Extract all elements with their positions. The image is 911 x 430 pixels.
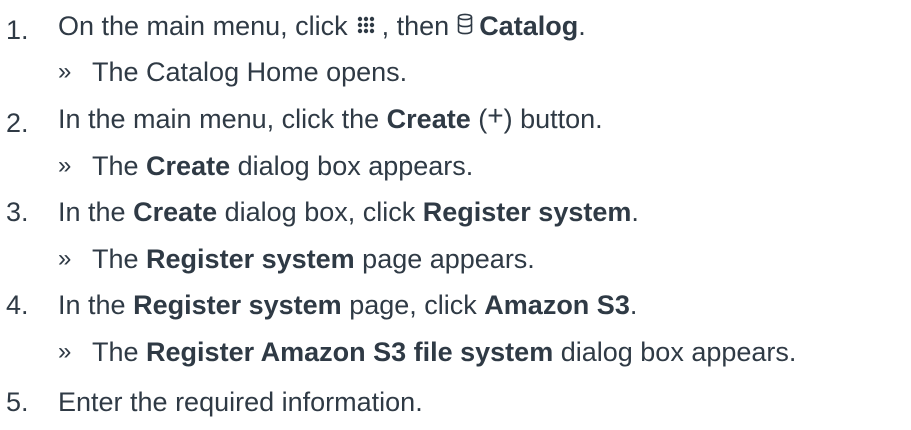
register-system-label: Register system bbox=[422, 197, 632, 227]
database-icon bbox=[457, 6, 473, 46]
result-text: The bbox=[92, 337, 139, 367]
step-3: 3. In the Create dialog box, click Regis… bbox=[0, 192, 639, 232]
result-marker: » bbox=[58, 338, 72, 365]
step-text: . bbox=[631, 197, 639, 227]
step-3-result: » The Register system page appears. bbox=[58, 239, 535, 279]
step-5: 5. Enter the required information. bbox=[0, 382, 423, 422]
step-number: 3. bbox=[6, 197, 29, 227]
step-number: 4. bbox=[6, 290, 29, 320]
step-1-result: » The Catalog Home opens. bbox=[58, 52, 407, 92]
result-text: The bbox=[92, 151, 139, 181]
create-label: Create bbox=[146, 151, 231, 181]
register-system-label: Register system bbox=[146, 244, 355, 274]
create-label: Create bbox=[386, 104, 471, 134]
step-text: , then bbox=[381, 11, 450, 41]
result-text: dialog box appears. bbox=[237, 151, 474, 181]
step-text: dialog box, click bbox=[224, 197, 416, 227]
result-text: The bbox=[92, 244, 139, 274]
amazon-s3-label: Amazon S3 bbox=[484, 290, 630, 320]
register-system-label: Register system bbox=[133, 290, 342, 320]
result-marker: » bbox=[58, 245, 72, 272]
result-text: dialog box appears. bbox=[560, 337, 797, 367]
result-marker: » bbox=[58, 152, 72, 179]
step-number: 1. bbox=[6, 15, 29, 45]
step-2-result: » The Create dialog box appears. bbox=[58, 146, 473, 186]
step-2: 2. In the main menu, click the Create ( … bbox=[0, 99, 603, 139]
step-text: In the main menu, click the bbox=[58, 104, 380, 134]
register-s3-dialog-label: Register Amazon S3 file system bbox=[146, 337, 554, 367]
result-marker: » bbox=[58, 58, 72, 85]
plus-icon: + bbox=[487, 100, 504, 131]
procedure-steps: 1. On the main menu, click , then Catalo… bbox=[0, 0, 911, 430]
result-text: The Catalog Home opens. bbox=[92, 57, 408, 87]
apps-grid-icon bbox=[356, 6, 376, 46]
step-text: . bbox=[578, 11, 586, 41]
step-text: ( bbox=[478, 104, 488, 134]
step-number: 5. bbox=[6, 387, 29, 417]
step-1: 1. On the main menu, click , then Catalo… bbox=[0, 6, 586, 46]
step-text: In the bbox=[58, 197, 126, 227]
create-label: Create bbox=[133, 197, 218, 227]
step-text: ) button. bbox=[503, 104, 603, 134]
step-text: In the bbox=[58, 290, 126, 320]
step-number: 2. bbox=[6, 108, 29, 138]
step-text: Enter the required information. bbox=[58, 387, 423, 417]
catalog-label: Catalog bbox=[479, 11, 579, 41]
step-text: page, click bbox=[349, 290, 477, 320]
step-text: . bbox=[629, 290, 638, 320]
step-4: 4. In the Register system page, click Am… bbox=[0, 285, 637, 325]
result-text: page appears. bbox=[362, 244, 535, 274]
step-text: On the main menu, click bbox=[58, 11, 348, 41]
step-4-result: » The Register Amazon S3 file system dia… bbox=[58, 332, 796, 372]
